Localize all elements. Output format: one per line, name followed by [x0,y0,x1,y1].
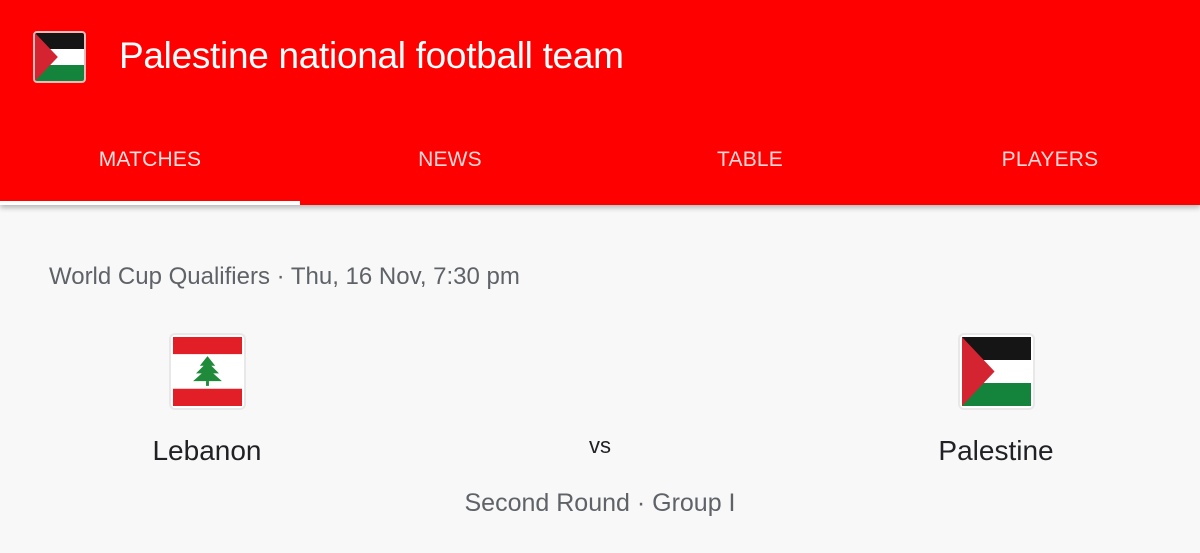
tab-players[interactable]: PLAYERS [900,130,1200,205]
match-card[interactable]: World Cup Qualifiers · Thu, 16 Nov, 7:30… [0,205,1200,553]
match-round: Second Round · Group I [464,489,736,517]
tab-bar: MATCHES NEWS TABLE PLAYERS [0,130,1200,205]
tab-news[interactable]: NEWS [300,130,600,205]
palestine-flag-icon [958,333,1035,410]
tab-label: PLAYERS [1001,148,1099,171]
page-title: Palestine national football team [119,35,624,76]
tab-matches[interactable]: MATCHES [0,130,300,205]
tab-label: TABLE [717,148,783,171]
home-team-name: Lebanon [152,435,262,466]
tab-table[interactable]: TABLE [600,130,900,205]
team-header: Palestine national football team MATCHES… [0,0,1200,205]
vs-label: vs [589,433,611,458]
away-team-name: Palestine [938,435,1054,466]
lebanon-flag-icon [169,333,246,410]
match-competition-time: World Cup Qualifiers · Thu, 16 Nov, 7:30… [49,263,520,290]
tab-label: MATCHES [98,148,202,171]
tab-label: NEWS [418,148,482,171]
palestine-flag-icon [33,31,86,83]
